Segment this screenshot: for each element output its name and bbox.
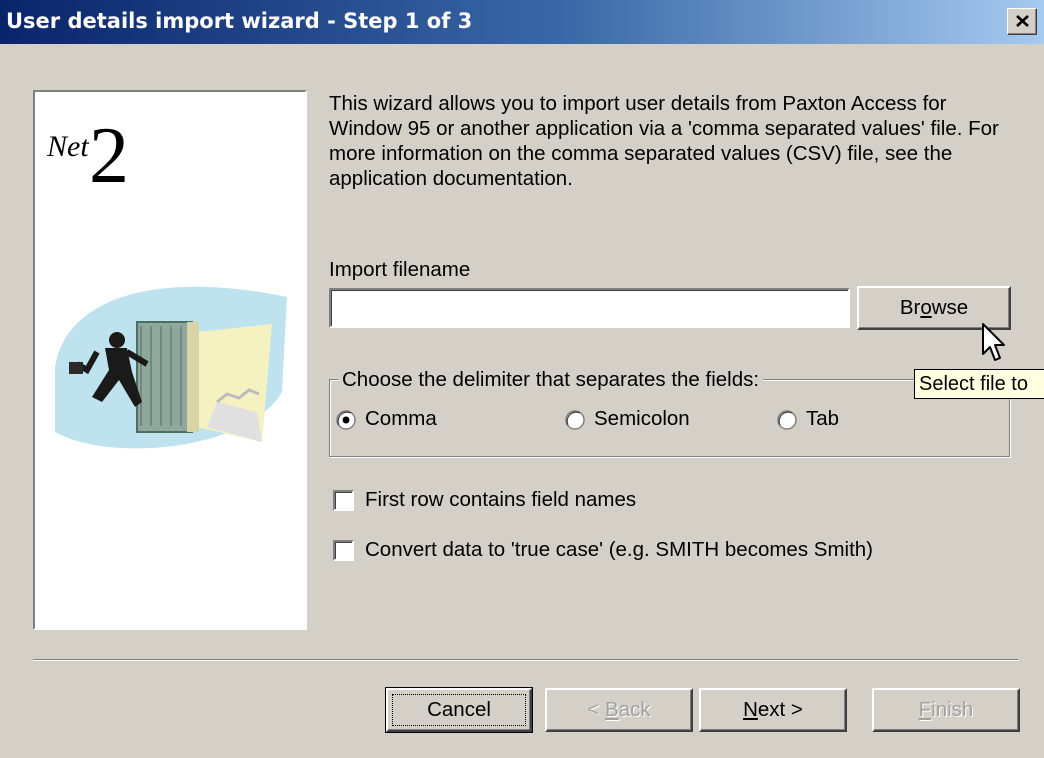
import-filename-input[interactable] [329,288,850,328]
mouse-cursor-icon [982,323,1005,361]
close-icon [1016,15,1029,27]
finish-button-label: Finish [918,698,974,721]
radio-tab[interactable] [777,410,797,430]
footer-separator [33,659,1018,661]
title-bar[interactable]: User details import wizard - Step 1 of 3 [0,0,1044,44]
browse-tooltip: Select file to [914,369,1044,399]
back-button[interactable]: < Back [545,688,693,732]
radio-selected-dot [342,416,350,424]
wizard-side-panel: Net 2 [33,90,307,630]
import-wizard-dialog: User details import wizard - Step 1 of 3… [0,0,1044,758]
first-row-checkbox[interactable] [333,490,354,511]
delimiter-legend: Choose the delimiter that separates the … [338,368,764,392]
radio-comma-label[interactable]: Comma [365,407,437,431]
radio-semicolon[interactable] [565,410,585,430]
radio-comma[interactable] [336,410,356,430]
radio-tab-label[interactable]: Tab [806,407,839,431]
finish-button[interactable]: Finish [872,688,1020,732]
focus-rectangle [392,694,526,726]
next-button-label: Next > [743,698,803,721]
close-button[interactable] [1007,8,1037,35]
window-title: User details import wizard - Step 1 of 3 [6,9,473,33]
svg-text:2: 2 [89,112,129,188]
first-row-label[interactable]: First row contains field names [365,488,636,512]
browse-button-label: Browse [899,296,969,319]
cancel-button[interactable]: Cancel [385,687,533,733]
import-filename-label: Import filename [329,258,471,281]
true-case-label[interactable]: Convert data to 'true case' (e.g. SMITH … [365,538,873,562]
next-button[interactable]: Next > [699,688,847,732]
back-button-label: < Back [587,698,651,721]
radio-semicolon-label[interactable]: Semicolon [594,407,690,431]
net2-logo: Net 2 [46,112,129,188]
true-case-checkbox[interactable] [333,540,354,561]
running-businessman-door-illustration [55,286,287,449]
svg-text:Net: Net [46,130,89,163]
wizard-description: This wizard allows you to import user de… [329,92,999,190]
